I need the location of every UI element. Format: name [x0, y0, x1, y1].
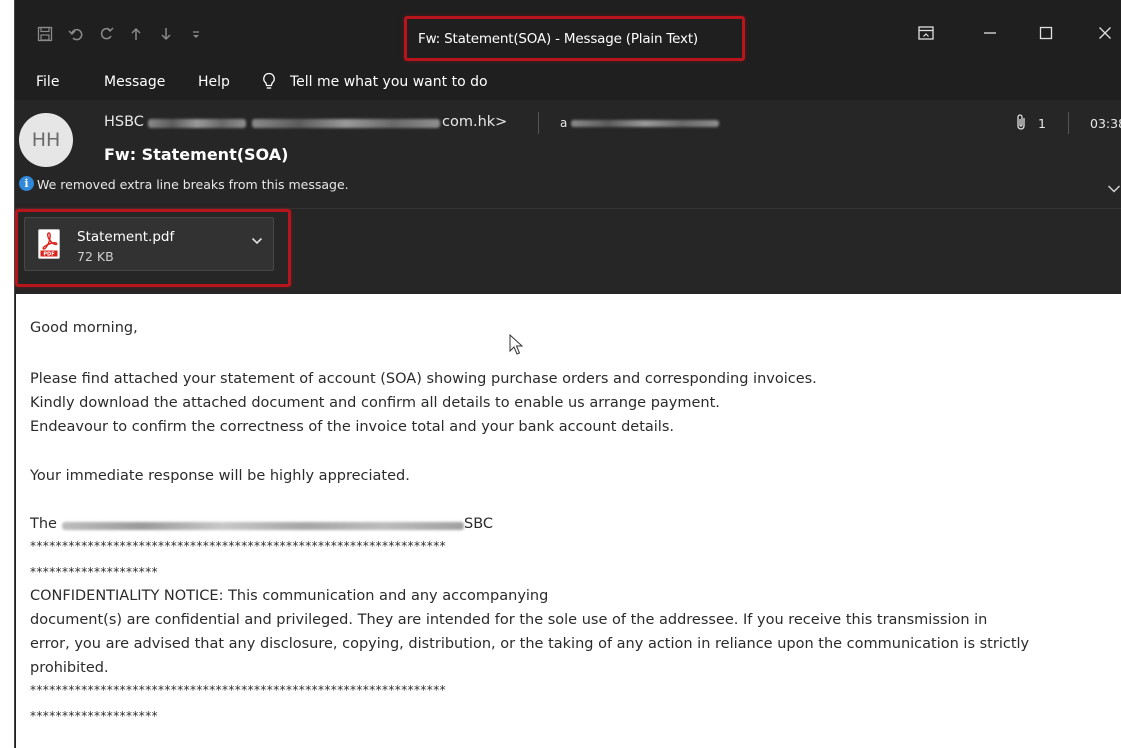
attachment-name: Statement.pdf [77, 229, 175, 245]
mouse-cursor-icon [509, 333, 524, 356]
avatar: HH [19, 113, 73, 167]
paragraph-3: Endeavour to confirm the correctness of … [30, 419, 674, 435]
save-icon[interactable] [37, 26, 53, 46]
separator-stars: ****************************************… [30, 539, 446, 553]
sender-domain: com.hk> [442, 114, 508, 130]
info-icon: i [19, 176, 34, 191]
title-bar: Fw: Statement(SOA) - Message (Plain Text… [15, 0, 1121, 66]
divider [538, 112, 539, 134]
tell-me-search[interactable]: Tell me what you want to do [290, 74, 488, 90]
menu-bar: File Message Help Tell me what you want … [15, 66, 1121, 100]
divider [1068, 112, 1069, 134]
lightbulb-icon [262, 72, 276, 92]
redo-icon[interactable] [99, 26, 115, 46]
menu-file[interactable]: File [36, 74, 59, 90]
paragraph-2: Kindly download the attached document an… [30, 395, 720, 411]
info-notice[interactable]: We removed extra line breaks from this m… [37, 177, 349, 192]
notice-line-3: error, you are advised that any disclosu… [30, 636, 1030, 652]
received-time: 03:38 [1090, 116, 1121, 131]
undo-icon[interactable] [68, 26, 84, 46]
signature-prefix: The [30, 516, 57, 532]
minimize-icon[interactable] [983, 26, 997, 44]
chevron-down-icon[interactable] [251, 235, 263, 250]
notice-line-4: prohibited. [30, 660, 109, 676]
customize-icon[interactable] [191, 26, 201, 46]
message-subject: Fw: Statement(SOA) [104, 145, 289, 164]
separator-stars: ******************** [30, 565, 158, 579]
separator-stars: ******************** [30, 709, 158, 723]
outlook-message-window: Fw: Statement(SOA) - Message (Plain Text… [14, 0, 1121, 748]
attachment-card[interactable]: PDF Statement.pdf 72 KB [24, 217, 274, 271]
attachment-count: 1 [1038, 116, 1046, 131]
greeting: Good morning, [30, 320, 138, 336]
signature-suffix: SBC [464, 516, 494, 532]
message-header: HH HSBC com.hk> a 1 03:38 Fw: Statement(… [15, 100, 1121, 208]
recipient-prefix: a [560, 116, 568, 130]
notice-line-2: document(s) are confidential and privile… [30, 612, 988, 628]
svg-text:PDF: PDF [43, 252, 54, 258]
menu-message[interactable]: Message [104, 74, 165, 90]
redacted-sender [148, 119, 246, 128]
paragraph-4: Your immediate response will be highly a… [30, 468, 410, 484]
restore-ribbon-icon[interactable] [918, 26, 934, 44]
maximize-icon[interactable] [1039, 26, 1053, 44]
down-arrow-icon[interactable] [159, 26, 173, 46]
menu-help[interactable]: Help [198, 74, 230, 90]
redacted-signature [62, 522, 464, 530]
close-icon[interactable] [1098, 26, 1112, 44]
paragraph-1: Please find attached your statement of a… [30, 371, 817, 387]
attachment-size: 72 KB [77, 249, 114, 264]
sender-name[interactable]: HSBC [104, 114, 144, 130]
redacted-sender-address [252, 119, 440, 128]
notice-line-1: CONFIDENTIALITY NOTICE: This communicati… [30, 588, 549, 604]
message-body[interactable]: Good morning, Please find attached your … [16, 294, 1121, 748]
attachment-bar: PDF Statement.pdf 72 KB [15, 208, 1121, 294]
separator-stars: ****************************************… [30, 683, 446, 697]
chevron-down-icon[interactable] [1107, 182, 1121, 198]
window-title: Fw: Statement(SOA) - Message (Plain Text… [418, 31, 698, 47]
paperclip-icon [1015, 113, 1027, 135]
redacted-recipient [571, 120, 719, 127]
up-arrow-icon[interactable] [129, 26, 143, 46]
pdf-file-icon: PDF [38, 229, 60, 259]
